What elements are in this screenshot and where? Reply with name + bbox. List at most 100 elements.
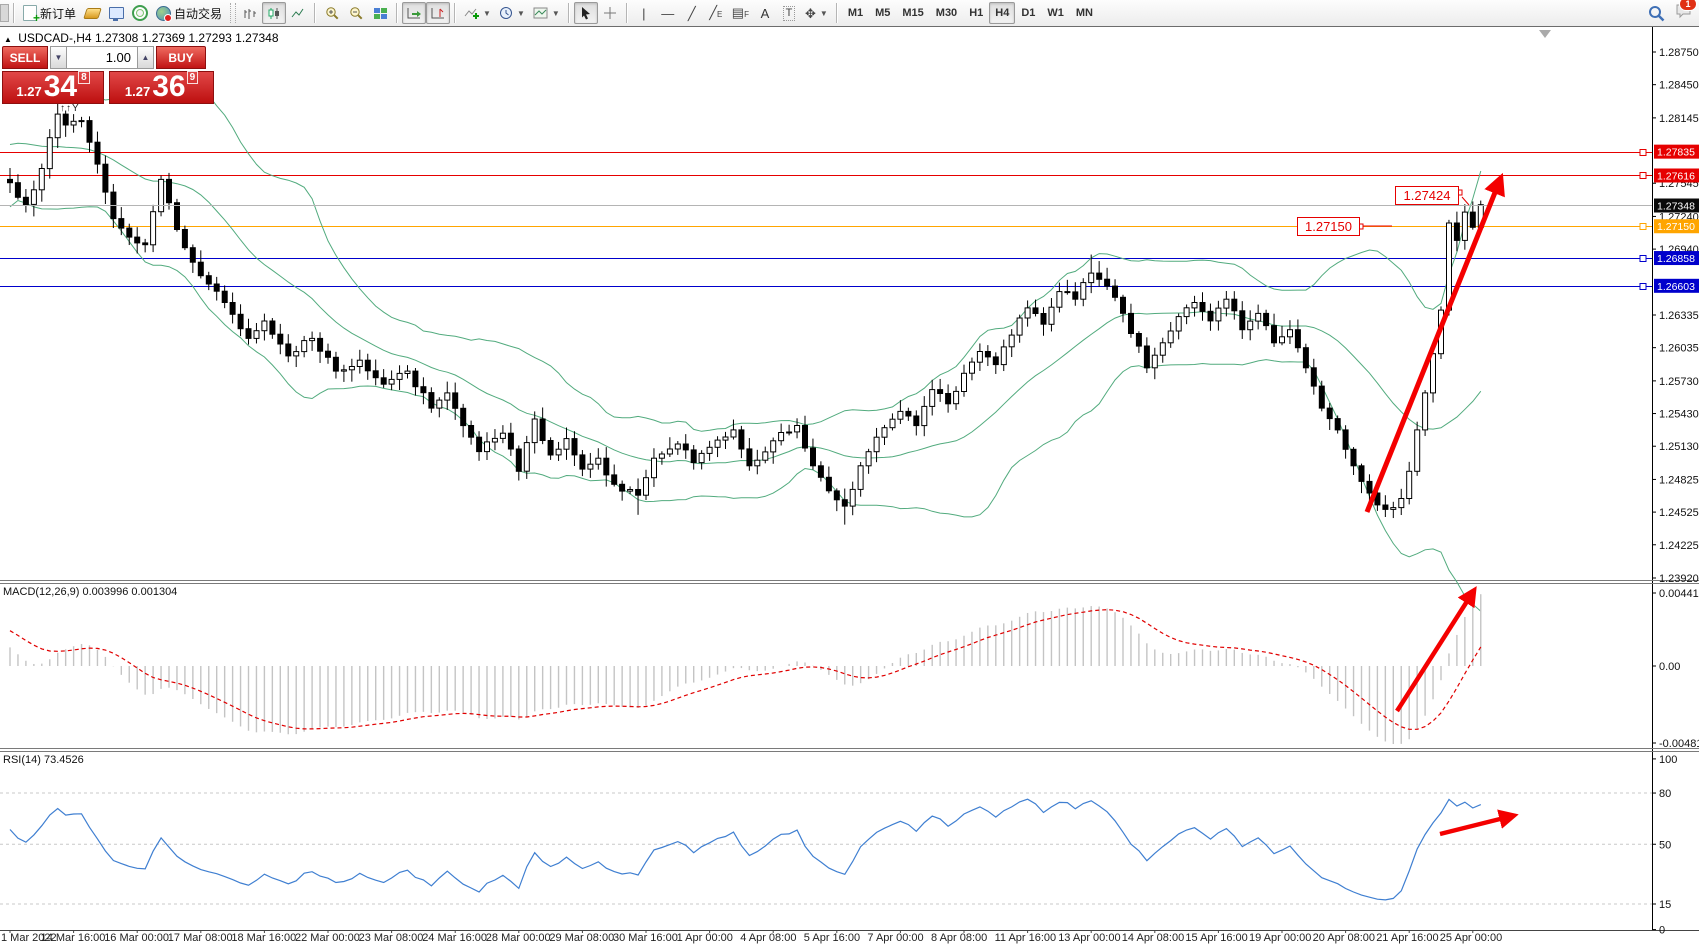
candle [850, 489, 855, 506]
candle [214, 284, 219, 291]
candle [1057, 292, 1062, 308]
candle [993, 357, 998, 365]
tile-windows-icon [373, 7, 388, 20]
candle [707, 447, 712, 453]
signals-button[interactable] [128, 2, 152, 24]
chart-shift-marker[interactable] [1539, 30, 1551, 38]
timeframe-M1[interactable]: M1 [842, 2, 869, 24]
zoom-out-button[interactable] [344, 2, 368, 24]
candle [175, 203, 180, 230]
sell-button[interactable]: SELL [2, 46, 48, 69]
auto-trading-button[interactable]: 自动交易 [152, 2, 226, 24]
indicators-button[interactable]: ▼ [460, 2, 495, 24]
chart-canvas[interactable]: 1.287501.284501.281451.275451.272401.269… [0, 0, 1699, 947]
timeframe-D1[interactable]: D1 [1015, 2, 1041, 24]
timeframe-M5[interactable]: M5 [869, 2, 896, 24]
volume-decrease-button[interactable]: ▼ [50, 46, 67, 69]
candle [8, 179, 13, 182]
cursor-icon [579, 6, 592, 20]
timeframe-H1[interactable]: H1 [963, 2, 989, 24]
arrows-button[interactable]: ✥ ▼ [801, 2, 832, 24]
notifications-button[interactable]: 1 [1675, 2, 1693, 24]
svg-text:100: 100 [1659, 754, 1677, 766]
terminal-button[interactable] [104, 2, 128, 24]
svg-text:1.27348: 1.27348 [1657, 201, 1695, 213]
trendline-button[interactable]: ╱ [680, 2, 704, 24]
candle [779, 433, 784, 441]
crosshair-button[interactable] [598, 2, 622, 24]
candle [858, 466, 863, 490]
tile-windows-button[interactable] [368, 2, 392, 24]
market-watch-button[interactable] [80, 2, 104, 24]
text-button[interactable]: A [753, 2, 777, 24]
svg-text:19 Apr 00:00: 19 Apr 00:00 [1249, 932, 1311, 944]
candle [747, 449, 752, 466]
periods-button[interactable]: ▼ [495, 2, 529, 24]
sell-price[interactable]: 1.27 34 8 [2, 71, 104, 104]
candle [1311, 368, 1316, 386]
candle [1136, 334, 1141, 347]
auto-scroll-button[interactable] [402, 2, 426, 24]
svg-text:18 Mar 16:00: 18 Mar 16:00 [231, 932, 296, 944]
templates-button[interactable]: ▼ [529, 2, 564, 24]
price-axis[interactable]: 1.287501.284501.281451.275451.272401.269… [1652, 47, 1699, 585]
text-label-button[interactable]: T [777, 2, 801, 24]
candle [1431, 354, 1436, 393]
candle [103, 164, 108, 192]
candle [1367, 481, 1372, 493]
auto-trading-icon [156, 6, 171, 21]
candle [1399, 499, 1404, 508]
candle [1097, 273, 1102, 279]
cursor-button[interactable] [574, 2, 598, 24]
horizontal-level-lines[interactable] [0, 150, 1652, 290]
candle [1105, 279, 1110, 286]
candle [977, 352, 982, 363]
price-callout-1-27150[interactable]: 1.27150 [1297, 217, 1360, 236]
candle [588, 464, 593, 469]
ohlc-open: 1.27308 [95, 31, 138, 45]
buy-price[interactable]: 1.27 36 9 [109, 71, 214, 104]
timeframe-MN[interactable]: MN [1070, 2, 1099, 24]
svg-text:1.24225: 1.24225 [1659, 540, 1699, 552]
candle [715, 440, 720, 447]
search-icon[interactable] [1648, 5, 1665, 22]
price-callout-1-27424[interactable]: 1.27424 [1395, 186, 1459, 205]
timeframe-H4[interactable]: H4 [989, 2, 1015, 24]
svg-text:1.27150: 1.27150 [1657, 221, 1695, 233]
timeframe-W1[interactable]: W1 [1041, 2, 1070, 24]
candle [1081, 283, 1086, 300]
svg-text:1.23920: 1.23920 [1659, 573, 1699, 585]
buy-button[interactable]: BUY [156, 46, 206, 69]
channel-button[interactable]: ╱E [704, 2, 728, 24]
candle [898, 411, 903, 419]
candle [1160, 343, 1165, 355]
candlestick-chart-button[interactable] [262, 2, 286, 24]
candle [1168, 331, 1173, 343]
svg-text:1.25730: 1.25730 [1659, 376, 1699, 388]
trendline-icon: ╱ [688, 7, 696, 20]
timeframe-M30[interactable]: M30 [930, 2, 963, 24]
timeframe-M15[interactable]: M15 [896, 2, 929, 24]
macd-name: MACD(12,26,9) [3, 586, 79, 598]
candle [1224, 299, 1229, 308]
trend-arrows[interactable] [1367, 180, 1512, 834]
volume-increase-button[interactable]: ▲ [137, 46, 154, 69]
candle [1256, 313, 1261, 321]
svg-text:1.26335: 1.26335 [1659, 310, 1699, 322]
chart-shift-button[interactable] [426, 2, 450, 24]
fibonacci-button[interactable]: ▤F [728, 2, 753, 24]
candle [55, 114, 60, 138]
candle [1303, 348, 1308, 368]
new-order-button[interactable]: 新订单 [19, 2, 80, 24]
candle [1415, 430, 1420, 471]
volume-input[interactable]: 1.00 [67, 46, 137, 69]
candle [1232, 299, 1237, 311]
zoom-in-button[interactable] [320, 2, 344, 24]
sell-price-big: 34 [44, 72, 77, 102]
time-axis[interactable]: 1 Mar 202214 Mar 16:0016 Mar 00:0017 Mar… [1, 930, 1502, 944]
horizontal-line-button[interactable]: — [656, 2, 680, 24]
bar-chart-button[interactable] [238, 2, 262, 24]
line-chart-button[interactable] [286, 2, 310, 24]
vertical-line-button[interactable]: | [632, 2, 656, 24]
candle [31, 190, 36, 205]
